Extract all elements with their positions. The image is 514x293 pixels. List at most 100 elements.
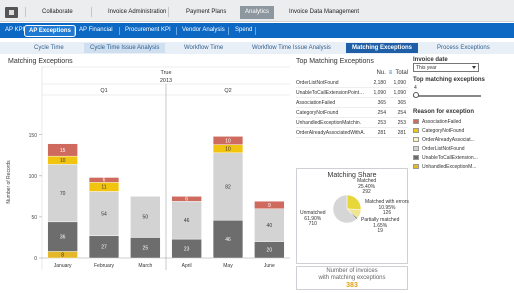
exception-name: AssociationFailed: [296, 99, 336, 106]
top-nav: Collaborate Invoice Administration Payme…: [0, 0, 514, 22]
exception-number: 254: [377, 109, 386, 116]
subnav-divider: [176, 27, 177, 35]
bar-value-label: 25: [143, 246, 149, 252]
bar-value-label: 27: [101, 245, 107, 251]
label-matched-with-errors: Matched with errors 10.95% 126: [365, 199, 409, 216]
bar-value-label: 82: [225, 184, 231, 190]
exception-name: OrderAlreadyAssociatedWithA.: [296, 129, 365, 136]
exception-name: UnableToCallExtensionPointTh.: [296, 89, 366, 96]
tab-cycle-time[interactable]: Cycle Time: [28, 43, 70, 53]
table-row[interactable]: AssociationFailed 365 365: [296, 98, 408, 108]
subnav-spend[interactable]: Spend: [235, 27, 252, 33]
col-header-number[interactable]: Nu.: [376, 70, 385, 78]
tab-matching-exceptions[interactable]: Matching Exceptions: [346, 43, 419, 53]
y-axis-label: Number of Records: [6, 160, 12, 204]
nav-payment-plans[interactable]: Payment Plans: [186, 9, 226, 15]
exception-number: 2,180: [373, 79, 386, 86]
chevron-down-icon: [472, 66, 476, 69]
bar-value-label: 10: [60, 158, 66, 164]
nav-invoice-administration[interactable]: Invoice Administration: [108, 9, 166, 15]
reason-legend: AssociationFailed CategoryNotFound OrderAl…: [413, 117, 513, 171]
table-row[interactable]: UnableToCallExtensionPointTh. 1,090 1,090: [296, 88, 408, 98]
exception-total: 281: [397, 129, 406, 136]
col-header-total[interactable]: Total: [395, 70, 408, 78]
x-tick-label: March: [138, 263, 152, 269]
sort-icon[interactable]: ≡: [389, 70, 393, 78]
tab-cycle-time-issue-analysis[interactable]: Cycle Time Issue Analysis: [84, 43, 166, 53]
reason-legend-label: AssociationFailed: [422, 118, 462, 125]
reason-legend-label: OrderAlreadyAssociat...: [422, 136, 475, 143]
slider-handle[interactable]: [413, 92, 419, 98]
reason-legend-item[interactable]: UnableToCallExtension...: [413, 153, 513, 162]
top-exceptions-title: Top Matching Exceptions: [296, 58, 374, 65]
legend-swatch: [413, 155, 419, 160]
reason-legend-label: OrderListNotFound: [422, 145, 465, 152]
reason-legend-item[interactable]: CategoryNotFound: [413, 126, 513, 135]
reason-legend-label: CategoryNotFound: [422, 127, 465, 134]
bar-value-label: 70: [60, 191, 66, 197]
table-row[interactable]: OrderListNotFound 2,180 1,090: [296, 78, 408, 88]
quarter-label: Q2: [224, 88, 231, 94]
x-tick-label: May: [223, 263, 233, 269]
bar-value-label: 50: [143, 215, 149, 221]
table-body: OrderListNotFound 2,180 1,090 UnableToCallE…: [296, 78, 408, 138]
reason-legend-label: UnableToCallExtension...: [422, 154, 478, 161]
tab-workflow-time-issue-analysis[interactable]: Workflow Time Issue Analysis: [246, 43, 337, 53]
sub-nav: AP KPI AP Exceptions AP Financial Procur…: [0, 23, 514, 38]
x-tick-label: April: [182, 263, 192, 269]
label-unmatched: Unmatched 61.90% 710: [300, 210, 326, 227]
home-icon[interactable]: [5, 7, 18, 18]
subnav-ap-kpi[interactable]: AP KPI: [5, 27, 24, 33]
reason-legend-item[interactable]: OrderListNotFound: [413, 144, 513, 153]
top-matching-value: 4: [414, 85, 417, 91]
label-partially-matched: Partially matched 1.65% 19: [361, 217, 400, 234]
reason-legend-item[interactable]: OrderAlreadyAssociat...: [413, 135, 513, 144]
subnav-procurement-kpi[interactable]: Procurement KPI: [125, 27, 171, 33]
table-row[interactable]: CategoryNotFound 254 254: [296, 108, 408, 118]
x-tick-label: January: [54, 263, 72, 269]
matching-share-panel: Matching Share Matched 25.40% 292 Matche…: [296, 168, 409, 264]
exception-number: 365: [377, 99, 386, 106]
x-tick-label: February: [94, 263, 115, 269]
reason-legend-item[interactable]: UnhandledExceptionM...: [413, 162, 513, 171]
tab-workflow-time[interactable]: Workflow Time: [178, 43, 229, 53]
invoice-count-label: Number of invoices with matching excepti…: [318, 268, 386, 281]
bar-value-label: 46: [184, 218, 190, 224]
bar-value-label: 8: [61, 253, 64, 259]
subnav-ap-exceptions[interactable]: AP Exceptions: [24, 25, 76, 37]
legend-swatch: [413, 164, 419, 169]
x-tick-label: June: [264, 263, 275, 269]
legend-swatch: [413, 146, 419, 151]
nav-collaborate[interactable]: Collaborate: [42, 9, 73, 15]
table-header: Nu. ≡ Total: [296, 70, 408, 78]
reason-legend-label: UnhandledExceptionM...: [422, 163, 477, 170]
matching-exceptions-chart: True 2013 Q1 Q2 0 50 100 150 Number of Records 8 3…: [6, 66, 290, 270]
subnav-divider: [228, 27, 229, 35]
nav-analytics[interactable]: Analytics: [240, 6, 275, 19]
table-row[interactable]: OrderAlreadyAssociatedWithA. 281 281: [296, 128, 408, 138]
legend-swatch: [413, 119, 419, 124]
invoice-count-panel: Number of invoices with matching excepti…: [296, 266, 408, 290]
bar-value-label: 15: [60, 148, 66, 154]
subnav-divider: [255, 27, 256, 35]
subnav-vendor-analysis[interactable]: Vendor Analysis: [182, 27, 225, 33]
top-matching-slider[interactable]: [413, 95, 481, 97]
subnav-ap-financial[interactable]: AP Financial: [79, 27, 113, 33]
bar-value-label: 54: [101, 211, 107, 217]
header-year-label: 2013: [160, 78, 172, 84]
y-tick-label: 50: [31, 215, 37, 221]
reason-legend-item[interactable]: AssociationFailed: [413, 117, 513, 126]
exception-number: 253: [377, 119, 386, 126]
bar-value-label: 20: [267, 248, 273, 254]
y-tick-label: 0: [34, 256, 37, 262]
bar-value-label: 11: [101, 185, 106, 191]
tab-process-exceptions[interactable]: Process Exceptions: [431, 43, 496, 53]
invoice-date-select[interactable]: This year: [413, 63, 479, 72]
legend-swatch: [413, 137, 419, 142]
table-row[interactable]: UnhandledExceptionMatchin. 253 253: [296, 118, 408, 128]
invoice-date-value: This year: [416, 65, 437, 71]
nav-invoice-data-management[interactable]: Invoice Data Management: [289, 9, 359, 15]
page-title: Matching Exceptions: [8, 58, 73, 65]
exception-name: UnhandledExceptionMatchin.: [296, 119, 362, 126]
bar-value-label: 10: [225, 147, 231, 153]
